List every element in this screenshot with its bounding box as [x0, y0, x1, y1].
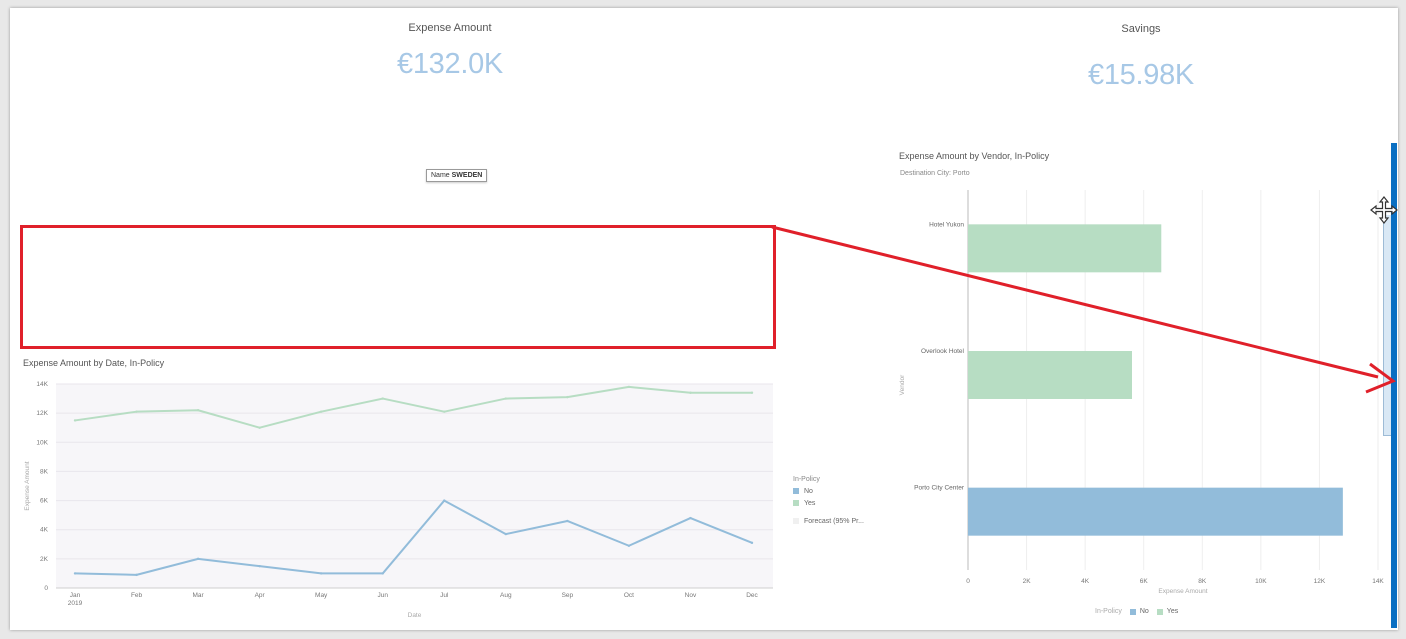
kpi-savings-value[interactable]: €15.98K: [991, 59, 1291, 92]
line-y-tick-label: 14K: [36, 381, 48, 388]
line-point-yes: [566, 395, 569, 399]
line-point-no: [381, 572, 384, 575]
line-legend-item-yes[interactable]: Yes: [793, 497, 864, 509]
line-plot-area: [56, 384, 773, 588]
line-legend-label-no: No: [804, 487, 813, 495]
line-x-tick-label: Oct: [624, 592, 634, 599]
line-chart[interactable]: 0 2K 4K 6K 8K 10K 12K 14K Jan Feb Mar Apr May Jun Jul A…: [20, 376, 780, 622]
bar-x-tick-label: 10K: [1255, 578, 1267, 585]
line-legend-label-forecast: Forecast (95% Pr...: [804, 517, 864, 525]
line-point-no: [196, 557, 200, 561]
bar-x-tick-label: 2K: [1023, 578, 1032, 585]
line-y-tick-label: 0: [44, 585, 48, 592]
line-point-no: [689, 516, 692, 520]
bar-legend-swatch-yes: [1156, 608, 1163, 615]
line-y-tick-label: 6K: [40, 498, 49, 505]
bar-x-tick-label: 8K: [1198, 578, 1207, 585]
line-point-yes: [196, 409, 200, 412]
line-legend-swatch-forecast: [793, 518, 799, 524]
line-point-yes: [73, 419, 77, 422]
line-point-no: [73, 572, 77, 575]
bar-x-tick-label: 0: [966, 578, 970, 585]
line-point-yes: [381, 397, 384, 400]
bar-chart[interactable]: 0 2K 4K 6K 8K 10K 12K 14K Expense Amount Vendor Ho…: [890, 180, 1395, 600]
bar-x-tick-label: 14K: [1372, 578, 1384, 585]
line-x-tick-label: Jun: [377, 592, 388, 599]
line-chart-title: Expense Amount by Date, In-Policy: [23, 358, 165, 368]
line-point-no: [504, 532, 508, 536]
bar-legend-label-yes[interactable]: Yes: [1167, 608, 1178, 615]
tooltip-value: SWEDEN: [451, 172, 483, 179]
line-point-no: [750, 541, 754, 545]
bar-legend-label-no[interactable]: No: [1140, 608, 1149, 615]
line-legend-swatch-yes: [793, 500, 799, 506]
line-point-yes: [750, 391, 754, 394]
line-x-tick-label: Apr: [255, 592, 266, 599]
line-legend-item-forecast[interactable]: Forecast (95% Pr...: [793, 515, 864, 527]
kpi-expense-label: Expense Amount: [408, 22, 492, 34]
line-y-tick-label: 10K: [36, 439, 48, 446]
line-x-tick-label: May: [315, 592, 328, 599]
line-x-tick-label: Dec: [746, 592, 758, 599]
bar-category-label: Overlook Hotel: [921, 348, 965, 355]
bar-x-tick-label: 4K: [1081, 578, 1090, 585]
line-x-tick-label: Aug: [500, 592, 512, 599]
kpi-savings-label: Savings: [1121, 23, 1161, 35]
bar-chart-subtitle: Destination City: Porto: [900, 170, 970, 177]
line-point-yes: [443, 410, 446, 413]
line-point-yes: [689, 391, 692, 394]
line-point-yes: [319, 410, 323, 413]
line-x-tick-label: Nov: [685, 592, 697, 599]
line-x-tick-label: Mar: [192, 592, 204, 599]
bar-legend-swatch-no: [1129, 608, 1136, 615]
bar-chart-legend: In-Policy No Yes: [1095, 608, 1178, 615]
line-y-tick-label: 2K: [40, 556, 49, 563]
bar-porto-city-center: [968, 487, 1343, 536]
line-x-tick-label: Jul: [440, 592, 449, 599]
bar-y-axis-title: Vendor: [899, 374, 906, 395]
bar-x-tick-label: 12K: [1314, 578, 1326, 585]
line-legend-swatch-no: [793, 488, 799, 494]
move-cursor-icon: [1370, 196, 1398, 224]
kpi-expense-value[interactable]: €132.0K: [300, 48, 600, 81]
line-y-tick-label: 12K: [36, 410, 48, 417]
bar-category-label: Hotel Yukon: [929, 221, 964, 228]
line-legend-item-no[interactable]: No: [793, 485, 864, 497]
line-chart-legend: In-Policy No Yes Forecast (95% Pr...: [793, 473, 864, 527]
line-point-no: [627, 544, 631, 547]
bar-category-label: Porto City Center: [914, 485, 965, 492]
line-y-tick-label: 8K: [40, 468, 49, 475]
bar-chart-title: Expense Amount by Vendor, In-Policy: [899, 151, 1050, 161]
line-legend-title: In-Policy: [793, 475, 820, 483]
line-legend-label-yes: Yes: [804, 499, 816, 507]
line-x-axis-title: Date: [408, 612, 422, 619]
bar-x-axis-title: Expense Amount: [1158, 588, 1207, 595]
line-point-no: [135, 573, 138, 577]
bar-x-tick-label: 6K: [1140, 578, 1149, 585]
line-x-year-label: 2019: [68, 600, 83, 607]
map-tooltip: Name SWEDEN: [426, 169, 488, 182]
line-point-no: [443, 499, 446, 502]
highlight-rectangle: [20, 225, 776, 349]
tooltip-key: Name: [431, 172, 450, 179]
line-x-tick-label: Jan: [70, 592, 81, 599]
bar-overlook-hotel: [968, 351, 1132, 399]
line-x-tick-label: Sep: [562, 592, 574, 599]
line-y-axis-title: Expense Amount: [24, 461, 31, 510]
line-point-yes: [135, 410, 138, 413]
line-point-yes: [627, 385, 631, 389]
line-y-tick-label: 4K: [40, 527, 49, 534]
line-point-no: [566, 519, 569, 523]
line-point-yes: [504, 397, 508, 400]
line-point-no: [258, 564, 261, 568]
bar-legend-title: In-Policy: [1095, 608, 1122, 615]
bar-hotel-yukon: [968, 224, 1162, 273]
line-point-yes: [258, 426, 261, 429]
line-point-no: [319, 572, 323, 575]
line-x-tick-label: Feb: [131, 592, 143, 599]
